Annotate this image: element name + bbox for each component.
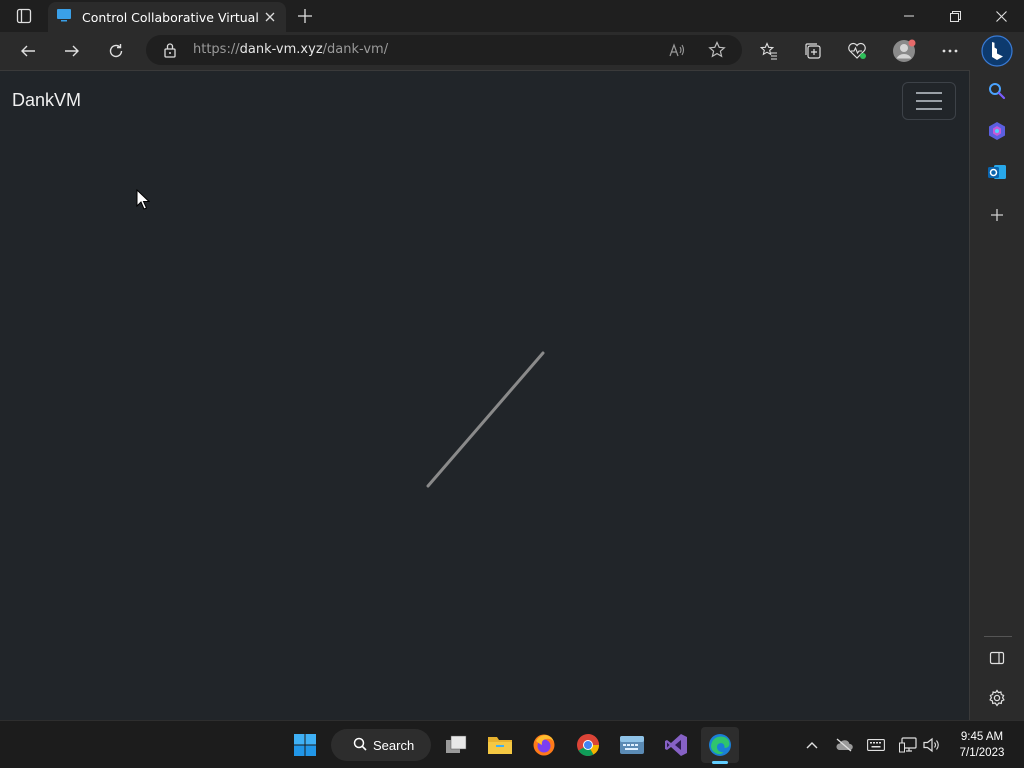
profile-avatar[interactable]: [888, 35, 920, 67]
copilot-icon[interactable]: [983, 117, 1011, 145]
favorites-button[interactable]: [753, 35, 785, 67]
firefox-icon[interactable]: [525, 727, 563, 763]
clock-date: 7/1/2023: [959, 747, 1005, 759]
close-window-button[interactable]: [978, 0, 1024, 32]
browser-essentials-button[interactable]: [841, 35, 873, 67]
keyboard-icon[interactable]: [866, 735, 886, 755]
lock-icon[interactable]: [163, 42, 177, 62]
title-bar: Control Collaborative Virtual Ma: [0, 0, 1024, 32]
search-icon[interactable]: [983, 77, 1011, 105]
touch-keyboard-app-icon[interactable]: [613, 727, 651, 763]
address-url[interactable]: https://dank-vm.xyz/dank-vm/: [193, 42, 388, 57]
new-tab-button[interactable]: [292, 5, 318, 27]
forward-button[interactable]: [56, 35, 88, 67]
loading-spinner: [426, 351, 545, 488]
tab-title: Control Collaborative Virtual Ma: [82, 9, 258, 25]
file-explorer-icon[interactable]: [481, 727, 519, 763]
browser-tab[interactable]: Control Collaborative Virtual Ma: [48, 2, 286, 32]
refresh-button[interactable]: [100, 35, 132, 67]
active-app-indicator: [712, 761, 728, 764]
url-scheme: https://: [193, 42, 240, 57]
network-icon[interactable]: [898, 735, 918, 755]
edge-icon[interactable]: [701, 727, 739, 763]
system-clock[interactable]: 9:45 AM 7/1/2023: [946, 729, 1018, 761]
add-icon[interactable]: [983, 201, 1011, 229]
chevron-up-icon[interactable]: [802, 735, 822, 755]
bing-copilot-button[interactable]: [980, 34, 1014, 68]
taskbar-search-label: Search: [373, 737, 415, 753]
taskbar-search[interactable]: Search: [331, 729, 431, 761]
task-view-icon[interactable]: [437, 727, 475, 763]
sidebar-divider: [984, 636, 1012, 637]
edge-sidebar: [969, 70, 1024, 720]
onedrive-offline-icon[interactable]: [834, 735, 854, 755]
search-icon: [353, 737, 367, 754]
clock-time: 9:45 AM: [960, 731, 1004, 743]
tab-actions-icon[interactable]: [10, 6, 38, 26]
visual-studio-icon[interactable]: [657, 727, 695, 763]
read-aloud-icon[interactable]: [668, 42, 686, 62]
address-bar[interactable]: https://dank-vm.xyz/dank-vm/: [146, 35, 742, 65]
back-button[interactable]: [12, 35, 44, 67]
windows-start-icon[interactable]: [286, 727, 324, 763]
windows-taskbar: Search 9:45 AM 7/1/2023: [0, 720, 1024, 768]
url-host: dank-vm.xyz: [239, 42, 323, 57]
browser-toolbar: https://dank-vm.xyz/dank-vm/: [0, 32, 1024, 70]
chrome-icon[interactable]: [569, 727, 607, 763]
outlook-icon[interactable]: [983, 158, 1011, 186]
mouse-cursor-icon: [136, 189, 150, 210]
minimize-button[interactable]: [886, 0, 932, 32]
more-options-button[interactable]: [934, 35, 966, 67]
favorite-star-icon[interactable]: [708, 41, 726, 63]
monitor-icon: [56, 7, 72, 27]
close-tab-icon[interactable]: [262, 9, 278, 25]
web-page: DankVM: [0, 70, 969, 720]
settings-icon[interactable]: [983, 684, 1011, 712]
url-path: /dank-vm/: [322, 42, 389, 57]
sidebar-toggle-icon[interactable]: [983, 644, 1011, 672]
volume-icon[interactable]: [922, 735, 942, 755]
restore-button[interactable]: [932, 0, 978, 32]
collections-button[interactable]: [797, 35, 829, 67]
